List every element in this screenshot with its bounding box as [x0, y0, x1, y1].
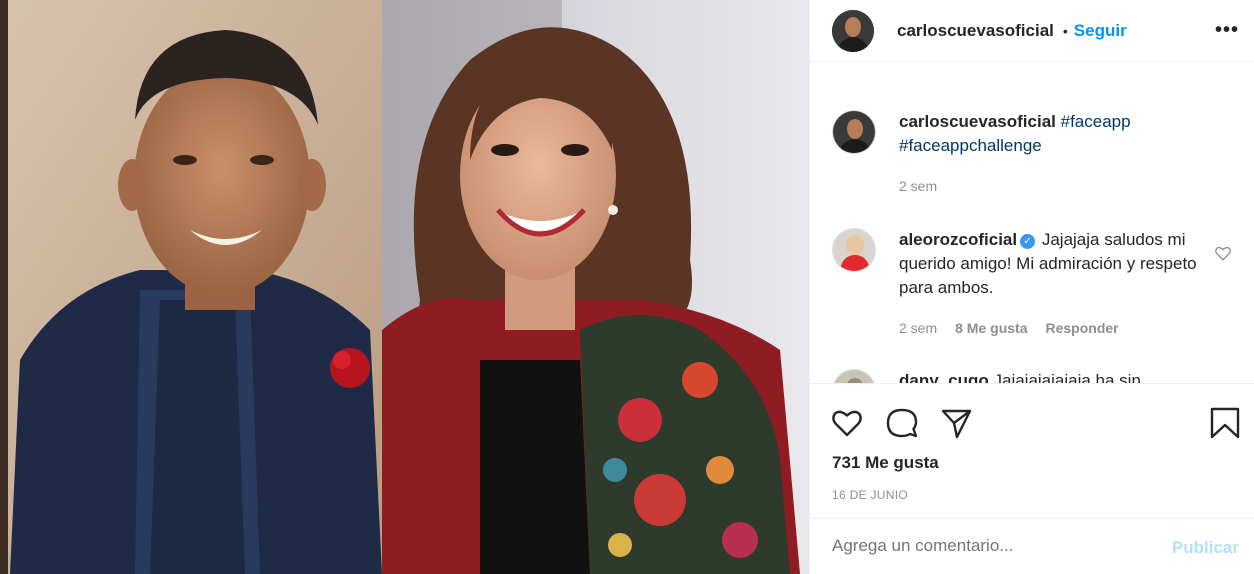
- comment-icon[interactable]: [885, 406, 919, 440]
- comment-username[interactable]: aleorozcoficial: [899, 230, 1017, 249]
- verified-badge-icon: ✓: [1020, 234, 1036, 249]
- hashtag-link[interactable]: #faceapp: [1061, 112, 1131, 131]
- more-options-icon[interactable]: •••: [1215, 20, 1239, 40]
- comments-list[interactable]: carloscuevasoficial #faceapp #faceappcha…: [810, 63, 1254, 383]
- add-comment-bar: Publicar: [810, 518, 1254, 574]
- comment-meta: 2 sem 8 Me gusta Responder: [899, 320, 1119, 336]
- likes-count[interactable]: 731 Me gusta: [832, 453, 939, 473]
- caption-time[interactable]: 2 sem: [899, 178, 937, 194]
- publish-button[interactable]: Publicar: [1172, 538, 1239, 558]
- bookmark-icon[interactable]: [1208, 406, 1242, 440]
- comment-username[interactable]: dany_cugo: [899, 371, 989, 383]
- comment-like-heart-icon[interactable]: [1214, 244, 1232, 262]
- post-panel: carloscuevasoficial • Seguir ••• carlosc…: [809, 0, 1254, 574]
- hashtag-link[interactable]: #faceappchallenge: [899, 136, 1042, 155]
- commenter-avatar[interactable]: [832, 228, 876, 272]
- separator-dot: •: [1062, 22, 1068, 39]
- commenter-avatar[interactable]: [832, 369, 876, 383]
- post-date[interactable]: 16 DE JUNIO: [832, 488, 908, 502]
- comment-input[interactable]: [832, 536, 1132, 556]
- caption-text: carloscuevasoficial #faceapp #faceappcha…: [899, 110, 1199, 158]
- post-photo-collage: [0, 0, 809, 574]
- author-avatar[interactable]: [832, 9, 874, 52]
- caption-avatar[interactable]: [832, 110, 876, 154]
- comment-item: dany_cugo Jajajajajajaja ha sin: [832, 369, 1232, 383]
- caption-meta: 2 sem: [899, 178, 937, 194]
- author-username[interactable]: carloscuevasoficial: [897, 21, 1054, 41]
- post-image[interactable]: [0, 0, 809, 574]
- comment-time[interactable]: 2 sem: [899, 320, 937, 336]
- reply-button[interactable]: Responder: [1045, 320, 1118, 336]
- comment-body: Jajajajajajaja ha sin: [993, 371, 1141, 383]
- paper-plane-icon[interactable]: [939, 406, 973, 440]
- comment-text: dany_cugo Jajajajajajaja ha sin: [899, 369, 1199, 383]
- comment-text: aleorozcoficial ✓ Jajajaja saludos mi que…: [899, 228, 1199, 300]
- comment-item: aleorozcoficial ✓ Jajajaja saludos mi que…: [832, 228, 1232, 348]
- comment-likes[interactable]: 8 Me gusta: [955, 320, 1027, 336]
- post-header: carloscuevasoficial • Seguir •••: [810, 0, 1254, 62]
- post-actions: 731 Me gusta 16 DE JUNIO: [810, 383, 1254, 518]
- caption-username[interactable]: carloscuevasoficial: [899, 112, 1056, 131]
- heart-icon[interactable]: [830, 406, 864, 440]
- follow-button[interactable]: Seguir: [1074, 21, 1127, 41]
